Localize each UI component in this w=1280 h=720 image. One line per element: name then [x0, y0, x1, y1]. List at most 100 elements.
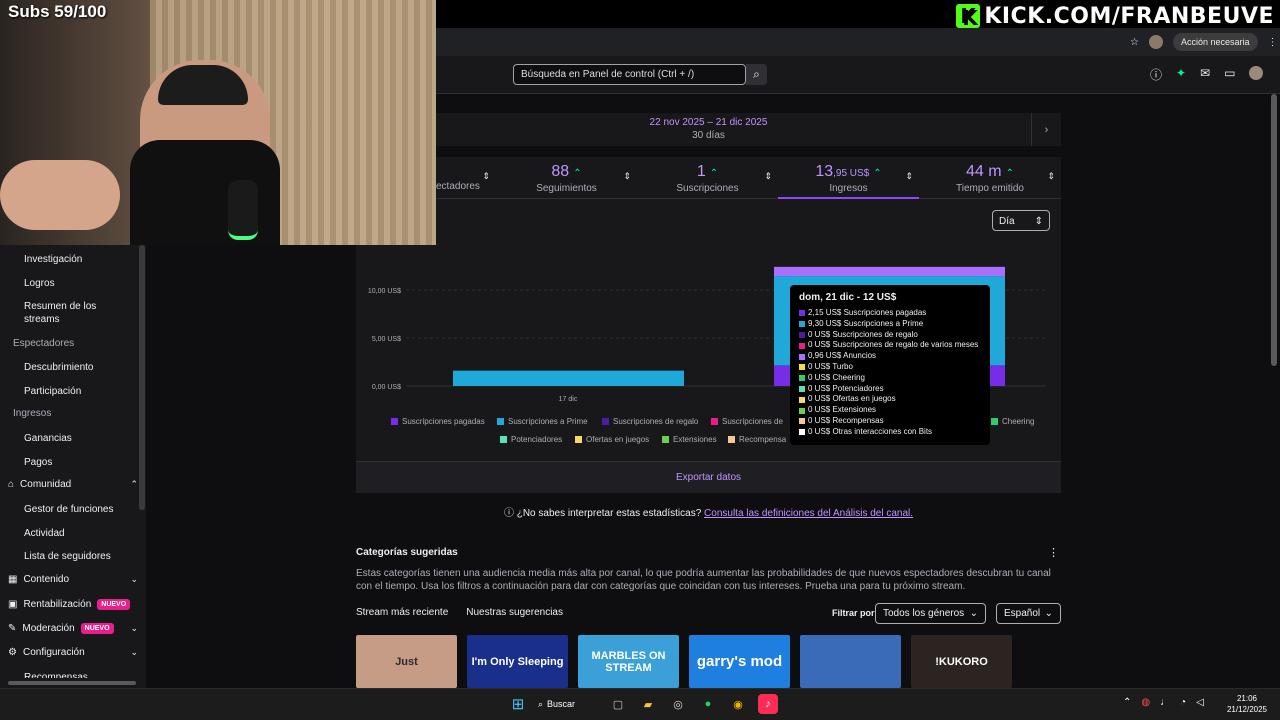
- sidebar-item-stream-summary[interactable]: Resumen de los streams: [24, 300, 124, 326]
- page-scrollbar[interactable]: [1271, 94, 1277, 366]
- language-select[interactable]: Español ⌄: [996, 603, 1061, 624]
- tray-app-icon[interactable]: ◍: [1141, 697, 1150, 708]
- profile-avatar[interactable]: [1148, 35, 1163, 49]
- sidebar-group-settings[interactable]: ⚙ Configuración ⌄: [8, 647, 138, 658]
- sort-icon: ⇕: [482, 171, 490, 181]
- sparkle-icon[interactable]: ✦: [1176, 66, 1186, 83]
- search-button[interactable]: ⌕: [746, 64, 767, 85]
- stat-label: Tiempo emitido: [956, 183, 1024, 194]
- legend-label: Cheering: [1002, 417, 1034, 426]
- sort-icon: ⇕: [905, 171, 913, 181]
- mail-icon[interactable]: ✉: [1200, 66, 1210, 83]
- task-view-icon[interactable]: ▢: [608, 694, 628, 714]
- chart-bar: [774, 266, 1005, 277]
- windows-start-icon[interactable]: ⊞: [508, 694, 528, 714]
- sidebar-item-payouts[interactable]: Pagos: [24, 456, 52, 469]
- tooltip-row-text: 0 US$ Suscripciones de regalo de varios …: [808, 340, 979, 350]
- search-icon: ⌕: [538, 698, 544, 709]
- kick-url: KICK.COM/FRANBEUVE: [984, 3, 1274, 29]
- definitions-link[interactable]: Consulta las definiciones del Análisis d…: [704, 508, 913, 519]
- trend-up-icon: ⌃: [873, 168, 882, 179]
- trend-up-icon: ⌃: [573, 168, 582, 179]
- sidebar-group-monetization[interactable]: ▣ Rentabilización NUEVO: [8, 599, 138, 610]
- obs-icon[interactable]: ◎: [668, 694, 688, 714]
- genre-select[interactable]: Todos los géneros ⌄: [875, 603, 986, 624]
- category-card[interactable]: Just: [356, 635, 457, 688]
- sidebar-scrollbar[interactable]: [139, 245, 145, 510]
- bookmark-star-icon[interactable]: ☆: [1130, 37, 1139, 48]
- category-card[interactable]: !KUKORO: [911, 635, 1012, 688]
- sidebar-group-content[interactable]: ▦ Contenido ⌄: [8, 574, 138, 585]
- avatar[interactable]: [1249, 66, 1264, 80]
- stat-revenue[interactable]: 13,95 US$ ⌃ Ingresos ⇕: [778, 157, 919, 199]
- tiktok-icon[interactable]: ♪: [758, 694, 778, 714]
- sidebar-item-rewards[interactable]: Recompensas: [24, 671, 88, 678]
- date-range[interactable]: 22 nov 2025 – 21 dic 2025: [436, 116, 981, 129]
- stat-subscriptions[interactable]: 1 ⌃ Suscripciones ⇕: [637, 157, 778, 199]
- legend-label: Suscripciones pagadas: [402, 417, 485, 426]
- webcam-overlay: [0, 0, 436, 245]
- sidebar-item-activity[interactable]: Actividad: [24, 527, 65, 540]
- category-card[interactable]: I'm Only Sleeping: [467, 635, 568, 688]
- group-label: Rentabilización: [23, 599, 92, 610]
- taskbar-search[interactable]: ⌕ Buscar: [538, 699, 598, 710]
- more-options-icon[interactable]: ⋮: [1048, 546, 1059, 559]
- date-next-button[interactable]: ›: [1031, 113, 1061, 146]
- category-card[interactable]: garry's mod: [689, 635, 790, 688]
- legend-swatch: [799, 342, 805, 349]
- sidebar-item-research[interactable]: Investigación: [24, 253, 82, 266]
- stat-value-decimals: ,95 US$: [833, 168, 870, 179]
- sidebar-item-achievements[interactable]: Logros: [24, 277, 55, 290]
- stat-viewers[interactable]: ectadores ⇕: [436, 157, 496, 199]
- microphone-icon[interactable]: ♩: [1160, 697, 1170, 708]
- tooltip-row: 0 US$ Suscripciones de regalo: [799, 330, 981, 341]
- sort-icon: ⇕: [623, 171, 631, 181]
- legend-label: Recompensa: [739, 435, 787, 444]
- tab-our-suggestions[interactable]: Nuestras sugerencias: [466, 607, 563, 618]
- chrome-icon[interactable]: ◉: [728, 694, 748, 714]
- browser-menu-icon[interactable]: ⋮: [1268, 37, 1278, 48]
- tooltip-row-text: 0 US$ Extensiones: [808, 405, 877, 415]
- sidebar-item-followers-list[interactable]: Lista de seguidores: [24, 550, 111, 563]
- scroll-thumb[interactable]: [8, 681, 136, 685]
- sidebar-item-earnings[interactable]: Ganancias: [24, 432, 72, 445]
- sidebar-item-engagement[interactable]: Participación: [24, 385, 81, 398]
- help-icon[interactable]: ⓘ: [1150, 66, 1162, 83]
- legend-swatch: [799, 364, 805, 371]
- tab-recent-stream[interactable]: Stream más reciente: [356, 607, 448, 618]
- chat-icon[interactable]: ▭: [1224, 66, 1235, 83]
- subs-goal: Subs 59/100: [8, 2, 107, 21]
- legend-swatch: [799, 353, 805, 360]
- search-input[interactable]: Búsqueda en Panel de control (Ctrl + /): [513, 64, 746, 85]
- sidebar-item-discovery[interactable]: Descubrimiento: [24, 361, 93, 374]
- microphone: [228, 180, 258, 240]
- stat-follows[interactable]: 88 ⌃ Seguimientos ⇕: [496, 157, 637, 199]
- stat-stream-time[interactable]: 44 m ⌃ Tiempo emitido ⇕: [919, 157, 1061, 199]
- sidebar-hscrollbar[interactable]: [0, 678, 146, 688]
- file-explorer-icon[interactable]: ▰: [638, 694, 658, 714]
- taskbar-clock[interactable]: 21:06 21/12/2025: [1222, 693, 1272, 715]
- legend-label: Extensiones: [673, 435, 717, 444]
- network-icon[interactable]: ◔: [1180, 697, 1186, 708]
- y-tick-label: 5,00 US$: [372, 336, 401, 343]
- tray-expand-icon[interactable]: ⌃: [1123, 697, 1131, 708]
- action-required-button[interactable]: Acción necesaria: [1172, 33, 1258, 51]
- spotify-icon[interactable]: ●: [698, 694, 718, 714]
- volume-icon[interactable]: ◁: [1196, 697, 1204, 708]
- category-cards: Just I'm Only Sleeping MARBLES ON STREAM ga…: [356, 635, 1061, 688]
- tooltip-row-text: 0 US$ Recompensas: [808, 415, 884, 425]
- export-data-button[interactable]: Exportar datos: [356, 461, 1061, 493]
- sidebar-group-community[interactable]: ⌂ Comunidad ⌃: [8, 479, 138, 490]
- category-card[interactable]: MARBLES ON STREAM: [578, 635, 679, 688]
- legend-swatch: [799, 418, 805, 425]
- sidebar-item-feature-manager[interactable]: Gestor de funciones: [24, 503, 114, 516]
- tooltip-row-text: 0 US$ Ofertas en juegos: [808, 394, 896, 404]
- tooltip-row-text: 0 US$ Otras interacciones con Bits: [808, 426, 933, 436]
- granularity-select[interactable]: Día ⇕: [992, 210, 1050, 231]
- sidebar-group-moderation[interactable]: ✎ Moderación NUEVO ⌄: [8, 623, 138, 634]
- tooltip-row-text: 0 US$ Suscripciones de regalo: [808, 329, 918, 339]
- settings-icon: ⚙: [8, 647, 17, 658]
- category-card[interactable]: [800, 635, 901, 688]
- legend-swatch: [391, 418, 398, 425]
- tooltip-row-text: 0 US$ Potenciadores: [808, 383, 884, 393]
